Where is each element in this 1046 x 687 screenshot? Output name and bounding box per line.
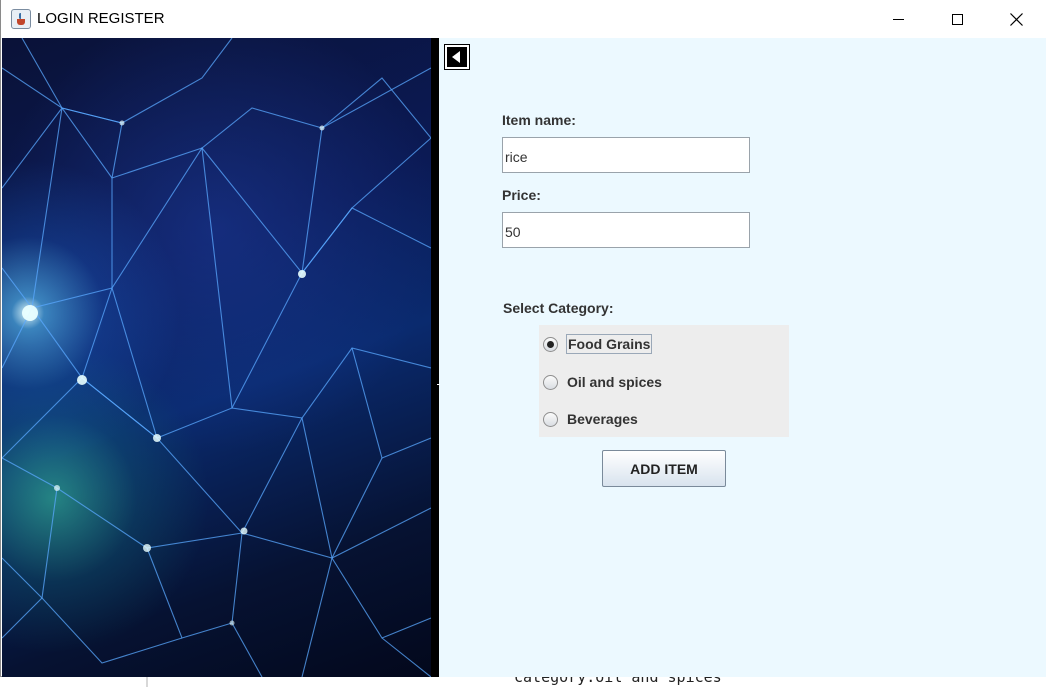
radio-button[interactable] (543, 411, 558, 427)
add-item-button[interactable]: ADD ITEM (602, 450, 726, 487)
category-radio-group: Food Grains Oil and spices Beverages (539, 325, 789, 437)
maximize-icon (951, 13, 963, 25)
radio-beverages[interactable]: Beverages (543, 407, 639, 431)
maximize-button[interactable] (928, 0, 986, 38)
panel-separator (431, 38, 439, 677)
radio-button[interactable] (543, 374, 558, 390)
divider-marker (437, 384, 440, 385)
title-bar[interactable]: LOGIN REGISTER (1, 0, 1046, 38)
radio-label-oil-and-spices[interactable]: Oil and spices (566, 373, 663, 391)
background-divider (146, 677, 148, 687)
close-icon (1009, 12, 1023, 26)
minimize-icon (892, 18, 904, 20)
radio-label-beverages[interactable]: Beverages (566, 410, 639, 428)
item-name-label: Item name: (502, 112, 576, 128)
network-mesh-image (2, 38, 431, 677)
price-label: Price: (502, 187, 541, 203)
close-button[interactable] (987, 0, 1045, 38)
back-button[interactable] (444, 44, 470, 70)
select-category-label: Select Category: (503, 300, 614, 316)
window-title: LOGIN REGISTER (37, 10, 165, 27)
price-input[interactable] (502, 212, 750, 248)
radio-oil-and-spices[interactable]: Oil and spices (543, 370, 663, 394)
java-cup-icon (11, 9, 31, 29)
back-arrow-icon (452, 51, 460, 63)
item-name-input[interactable] (502, 137, 750, 173)
app-window: LOGIN REGISTER Item name: rice Price: 50… (0, 0, 1046, 677)
radio-button-checked[interactable] (543, 336, 558, 352)
minimize-button[interactable] (869, 0, 927, 38)
radio-label-food-grains[interactable]: Food Grains (566, 334, 653, 354)
add-item-form: Item name: Price: Select Category: Food … (437, 38, 1046, 677)
radio-food-grains[interactable]: Food Grains (543, 332, 653, 356)
